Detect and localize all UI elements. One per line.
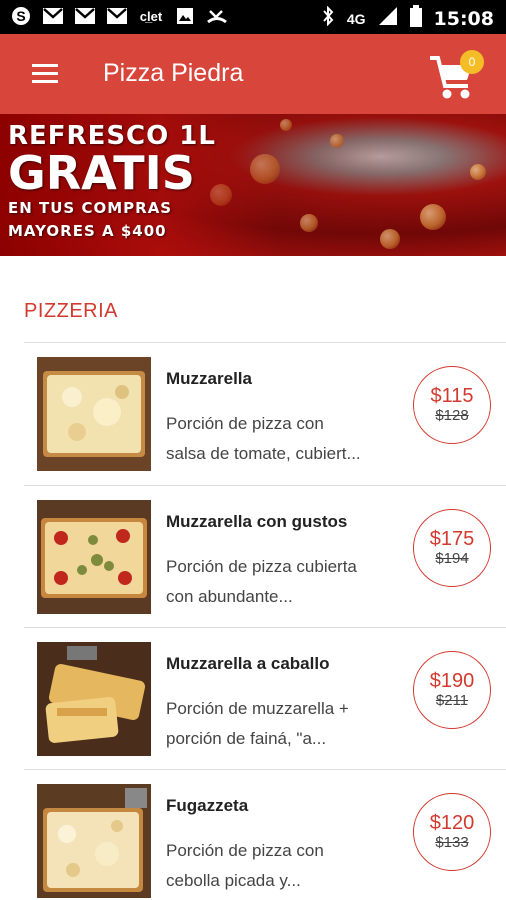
old-price: $128 (435, 407, 469, 424)
price: $115 (430, 385, 474, 407)
gmail-icon (106, 6, 128, 26)
banner-text: REFRESCO 1L GRATIS EN TUS COMPRAS MAYORE… (8, 122, 216, 242)
clarin-label: cl̲et (139, 8, 163, 24)
item-photo (37, 357, 151, 471)
menu-item[interactable]: Muzzarella con gustos Porción de pizza c… (24, 486, 506, 628)
item-description: Porción de pizza cubierta con abundante.… (166, 557, 357, 606)
gmail-icon (42, 6, 64, 26)
app-bar: Pizza Piedra 0 (0, 34, 506, 114)
old-price: $133 (435, 834, 469, 851)
section-title: PIZZERIA (24, 300, 119, 322)
item-photo (37, 784, 151, 898)
item-name: Muzzarella (166, 369, 252, 388)
promo-banner[interactable]: REFRESCO 1L GRATIS EN TUS COMPRAS MAYORE… (0, 114, 506, 256)
app-title: Pizza Piedra (103, 59, 244, 87)
image-icon (174, 6, 196, 26)
signal-icon (378, 6, 398, 31)
missed-call-icon (206, 6, 228, 26)
svg-text:S: S (16, 8, 25, 24)
item-name: Muzzarella con gustos (166, 512, 348, 531)
clock: 15:08 (433, 7, 494, 30)
item-photo (37, 642, 151, 756)
item-description: Porción de pizza con cebolla picada y... (166, 841, 324, 890)
price-badge: $175 $194 (413, 509, 491, 587)
item-name: Fugazzeta (166, 796, 249, 815)
price: $190 (429, 670, 475, 692)
menu-icon[interactable] (32, 64, 58, 84)
cart-count-badge: 0 (460, 50, 484, 74)
menu-item[interactable]: Muzzarella Porción de pizza con salsa de… (24, 343, 506, 485)
bluetooth-icon (321, 5, 335, 31)
item-description: Porción de pizza con salsa de tomate, cu… (166, 414, 361, 463)
menu-item[interactable]: Muzzarella a caballo Porción de muzzarel… (24, 628, 506, 770)
price-badge: $190 $211 (413, 651, 491, 729)
cart-button[interactable]: 0 (428, 50, 484, 102)
banner-line-4: MAYORES A $400 (8, 222, 167, 240)
gmail-icon (74, 6, 96, 26)
old-price: $211 (435, 692, 469, 709)
item-description: Porción de muzzarella + porción de fainá… (166, 699, 349, 748)
price: $120 (429, 812, 475, 834)
item-photo (37, 500, 151, 614)
menu-item[interactable]: Fugazzeta Porción de pizza con cebolla p… (24, 770, 506, 900)
status-bar: S cl̲et 4G 15:08 (0, 0, 506, 34)
old-price: $194 (435, 550, 469, 567)
banner-line-2: GRATIS (8, 146, 195, 200)
price-badge: $115 $128 (413, 366, 491, 444)
price: $175 (429, 528, 475, 550)
price-badge: $120 $133 (413, 793, 491, 871)
skype-icon: S (10, 6, 32, 26)
battery-icon (409, 5, 422, 32)
item-name: Muzzarella a caballo (166, 654, 330, 673)
clarin-icon: cl̲et (138, 6, 164, 26)
network-label: 4G (346, 10, 366, 27)
